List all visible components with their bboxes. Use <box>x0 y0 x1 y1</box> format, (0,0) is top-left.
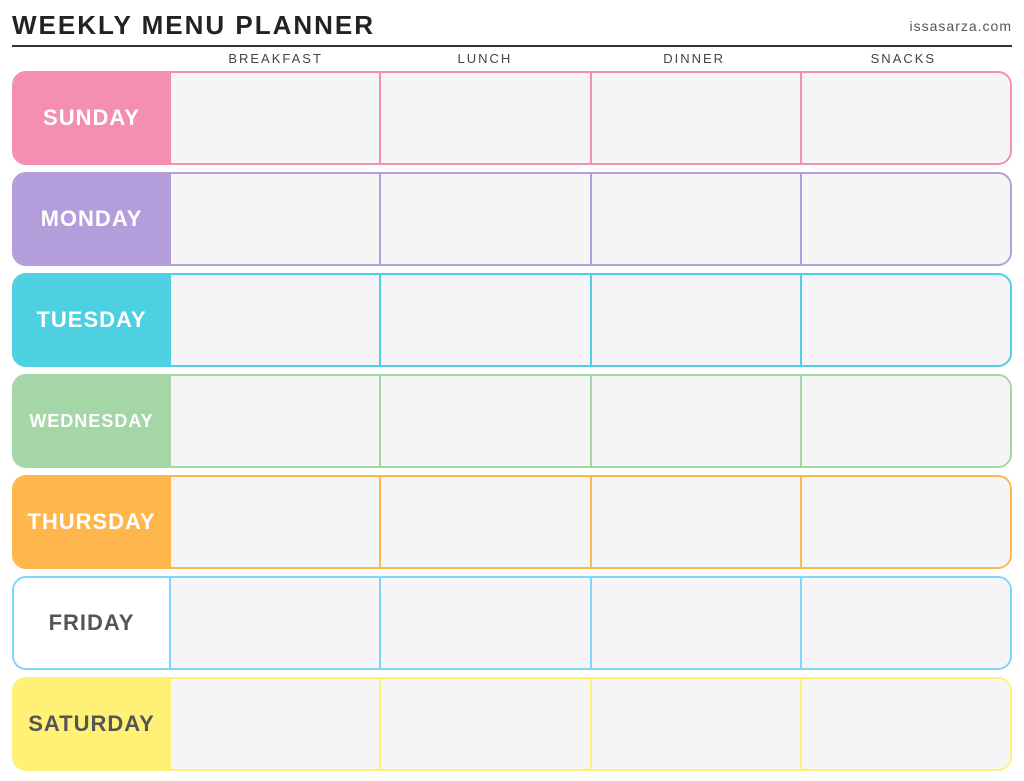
cell-monday-3[interactable] <box>800 174 1010 264</box>
col-header-snacks: Snacks <box>799 51 1008 66</box>
header: WEEKLY MENU PLANNER issasarza.com <box>12 10 1012 47</box>
cell-monday-1[interactable] <box>379 174 589 264</box>
day-row-wednesday: Wednesday <box>12 374 1012 468</box>
col-header-lunch: Lunch <box>380 51 589 66</box>
day-label-sunday: Sunday <box>14 73 169 163</box>
cell-sunday-1[interactable] <box>379 73 589 163</box>
cell-wednesday-0[interactable] <box>169 376 379 466</box>
cell-thursday-3[interactable] <box>800 477 1010 567</box>
cell-friday-1[interactable] <box>379 578 589 668</box>
col-header-dinner: Dinner <box>590 51 799 66</box>
day-row-friday: Friday <box>12 576 1012 670</box>
cell-wednesday-2[interactable] <box>590 376 800 466</box>
cell-wednesday-1[interactable] <box>379 376 589 466</box>
cell-saturday-1[interactable] <box>379 679 589 769</box>
cell-sunday-3[interactable] <box>800 73 1010 163</box>
cell-saturday-2[interactable] <box>590 679 800 769</box>
cell-wednesday-3[interactable] <box>800 376 1010 466</box>
page-title: WEEKLY MENU PLANNER <box>12 10 375 41</box>
cell-sunday-0[interactable] <box>169 73 379 163</box>
cell-tuesday-3[interactable] <box>800 275 1010 365</box>
weekly-menu-planner: WEEKLY MENU PLANNER issasarza.com Breakf… <box>0 0 1024 781</box>
col-header-spacer <box>16 51 171 66</box>
planner-grid: Sunday Monday Tuesday Wednesday Thursday Frid… <box>12 71 1012 771</box>
day-label-wednesday: Wednesday <box>14 376 169 466</box>
col-header-breakfast: Breakfast <box>171 51 380 66</box>
cell-tuesday-0[interactable] <box>169 275 379 365</box>
cell-monday-2[interactable] <box>590 174 800 264</box>
day-label-thursday: Thursday <box>14 477 169 567</box>
cell-thursday-0[interactable] <box>169 477 379 567</box>
day-label-friday: Friday <box>14 578 169 668</box>
day-row-saturday: Saturday <box>12 677 1012 771</box>
day-row-monday: Monday <box>12 172 1012 266</box>
cell-friday-2[interactable] <box>590 578 800 668</box>
cell-saturday-0[interactable] <box>169 679 379 769</box>
website-label: issasarza.com <box>910 18 1012 34</box>
cell-tuesday-1[interactable] <box>379 275 589 365</box>
day-label-saturday: Saturday <box>14 679 169 769</box>
cell-monday-0[interactable] <box>169 174 379 264</box>
column-headers: Breakfast Lunch Dinner Snacks <box>12 51 1012 66</box>
cell-friday-3[interactable] <box>800 578 1010 668</box>
day-row-tuesday: Tuesday <box>12 273 1012 367</box>
day-label-monday: Monday <box>14 174 169 264</box>
cell-thursday-1[interactable] <box>379 477 589 567</box>
cell-sunday-2[interactable] <box>590 73 800 163</box>
cell-tuesday-2[interactable] <box>590 275 800 365</box>
day-row-sunday: Sunday <box>12 71 1012 165</box>
day-row-thursday: Thursday <box>12 475 1012 569</box>
cell-friday-0[interactable] <box>169 578 379 668</box>
cell-saturday-3[interactable] <box>800 679 1010 769</box>
cell-thursday-2[interactable] <box>590 477 800 567</box>
day-label-tuesday: Tuesday <box>14 275 169 365</box>
